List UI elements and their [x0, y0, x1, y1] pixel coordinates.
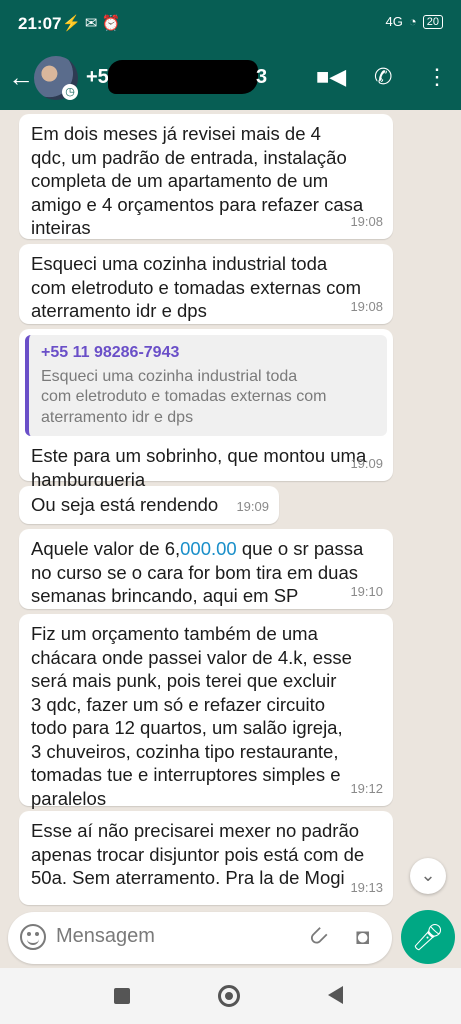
- back-arrow-icon[interactable]: ←: [8, 62, 34, 93]
- battery-icon: 20: [422, 14, 443, 29]
- scroll-to-bottom-button[interactable]: ⌄: [410, 858, 446, 894]
- status-time: 21:07: [18, 14, 62, 33]
- message-bubble[interactable]: Fiz um orçamento também de uma chácara o…: [19, 614, 393, 809]
- status-bar: 21:07 ⚡ ✉ ⏰ 4G ◔ 20: [0, 0, 461, 48]
- message-bubble[interactable]: Aquele valor de 6,000.00 que o sr passa …: [19, 529, 393, 609]
- status-notification-icons: ⚡ ✉ ⏰: [62, 15, 121, 32]
- phone-icon[interactable]: ✆: [374, 64, 392, 90]
- message-bubble[interactable]: Esqueci uma cozinha industrial toda com …: [19, 244, 393, 324]
- message-text: Esqueci uma cozinha industrial toda com …: [31, 253, 362, 321]
- message-input[interactable]: Mensagem: [56, 925, 155, 948]
- video-call-icon[interactable]: ■◀: [316, 64, 346, 90]
- message-text: Em dois meses já revisei mais de 4 qdc, …: [31, 123, 364, 238]
- camera-icon[interactable]: ◘: [356, 924, 369, 950]
- signal-icon: 4G: [385, 14, 403, 29]
- quoted-message[interactable]: +55 11 98286-7943 Esqueci uma cozinha in…: [25, 335, 387, 436]
- mic-icon: 🎤︎: [411, 922, 445, 952]
- quoted-sender: +55 11 98286-7943: [41, 344, 180, 361]
- message-text-part: Aquele valor de 6,: [31, 538, 181, 559]
- contact-name-prefix[interactable]: +5: [86, 66, 109, 89]
- more-options-icon[interactable]: ⋮: [426, 64, 448, 90]
- message-text: Aquele valor de 6,000.00 que o sr passa …: [31, 537, 381, 608]
- recent-apps-icon[interactable]: [114, 988, 130, 1004]
- message-text: Ou seja está rendendo: [31, 494, 219, 515]
- message-text: Este para um sobrinho, que montou uma ha…: [31, 445, 367, 490]
- mic-button[interactable]: 🎤︎: [401, 910, 455, 964]
- message-time: 19:09: [350, 455, 383, 471]
- chat-header: ← ◷ +5 3 ■◀ ✆ ⋮: [0, 48, 461, 110]
- attach-icon[interactable]: ⊂: [301, 919, 336, 954]
- message-composer[interactable]: Mensagem ⊂ ◘: [8, 912, 392, 964]
- message-time: 19:10: [350, 583, 383, 599]
- message-time: 19:08: [350, 213, 383, 229]
- reply-message-bubble[interactable]: +55 11 98286-7943 Esqueci uma cozinha in…: [19, 329, 393, 490]
- quoted-text: Esqueci uma cozinha industrial toda com …: [41, 367, 327, 426]
- message-time: 19:12: [350, 780, 383, 796]
- message-bubble[interactable]: Esse aí não precisarei mexer no padrão a…: [19, 811, 393, 905]
- back-icon[interactable]: [328, 986, 343, 1004]
- status-right-icons: 4G ◔ 20: [386, 14, 443, 29]
- wifi-icon: ◔: [408, 14, 417, 29]
- emoji-icon[interactable]: [20, 924, 46, 950]
- redaction-block: [108, 60, 258, 94]
- message-list[interactable]: Em dois meses já revisei mais de 4 qdc, …: [0, 110, 461, 908]
- status-badge-icon: ◷: [62, 84, 78, 100]
- message-text: Esse aí não precisarei mexer no padrão a…: [31, 820, 365, 888]
- number-link[interactable]: 000.00: [180, 538, 237, 559]
- message-bubble[interactable]: Em dois meses já revisei mais de 4 qdc, …: [19, 114, 393, 239]
- message-time: 19:13: [350, 879, 383, 895]
- message-time: 19:09: [236, 498, 269, 514]
- home-icon[interactable]: [218, 985, 240, 1007]
- system-nav-bar: [0, 968, 461, 1024]
- message-text: Fiz um orçamento também de uma chácara o…: [31, 623, 352, 809]
- contact-name-suffix[interactable]: 3: [256, 66, 267, 89]
- message-time: 19:08: [350, 298, 383, 314]
- message-bubble[interactable]: Ou seja está rendendo 19:09: [19, 486, 279, 524]
